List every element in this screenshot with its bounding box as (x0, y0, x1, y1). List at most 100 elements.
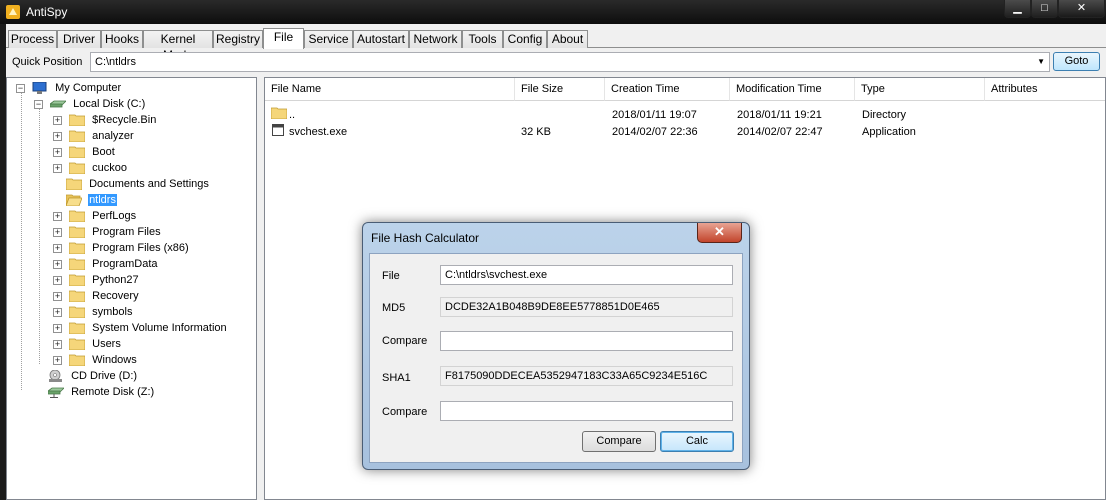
md5-compare-field[interactable] (440, 331, 733, 351)
expand-icon[interactable]: + (53, 243, 62, 253)
tab-network[interactable]: Network (409, 30, 462, 48)
tab-config[interactable]: Config (503, 30, 547, 48)
file-size: 32 KB (521, 126, 551, 138)
column-header-attributes[interactable]: Attributes (985, 78, 1105, 101)
tab-registry[interactable]: Registry (213, 30, 263, 48)
expand-icon[interactable]: + (53, 115, 62, 125)
tree-label: Users (92, 338, 121, 351)
column-header-type[interactable]: Type (855, 78, 985, 101)
tab-file[interactable]: File (263, 28, 304, 49)
tree-label: System Volume Information (92, 322, 227, 335)
expand-icon[interactable]: + (53, 227, 62, 237)
tree-item-folder[interactable]: + Windows (53, 352, 138, 368)
dropdown-arrow-icon[interactable]: ▼ (1037, 53, 1045, 71)
expand-icon[interactable]: + (53, 275, 62, 285)
expand-icon[interactable]: + (53, 147, 62, 157)
tab-process[interactable]: Process (8, 30, 57, 48)
tree-item-folder[interactable]: + Recovery (53, 288, 140, 304)
app-icon (6, 5, 20, 19)
tree-item-folder[interactable]: + Program Files (53, 224, 162, 240)
creation-time: 2018/01/11 19:07 (612, 109, 697, 121)
minimize-button[interactable]: ▁ (1004, 0, 1031, 18)
tree-label: My Computer (55, 82, 122, 95)
tab-hooks[interactable]: Hooks (101, 30, 143, 48)
tree-item-folder[interactable]: + Boot (53, 144, 116, 160)
calc-button[interactable]: Calc (660, 431, 734, 452)
collapse-icon[interactable]: − (34, 99, 43, 109)
tab-autostart[interactable]: Autostart (353, 30, 409, 48)
open-folder-icon (66, 194, 82, 207)
expand-icon[interactable]: + (53, 323, 62, 333)
expand-icon[interactable]: + (53, 211, 62, 221)
tree-item-remote-disk[interactable]: Remote Disk (Z:) (48, 384, 155, 400)
expand-icon[interactable]: + (53, 291, 62, 301)
tree-item-local-disk[interactable]: − Local Disk (C:) (34, 96, 146, 112)
compare-button[interactable]: Compare (582, 431, 656, 452)
collapse-icon[interactable]: − (16, 83, 25, 93)
folder-tree[interactable]: − My Computer − Local Disk (C:) + $Recyc… (6, 77, 257, 500)
tree-item-folder[interactable]: + cuckoo (53, 160, 128, 176)
quick-position-value: C:\ntldrs (95, 56, 136, 68)
tab-service[interactable]: Service (304, 30, 353, 48)
tree-label: ProgramData (92, 258, 158, 271)
folder-icon (69, 114, 86, 127)
tree-label: Remote Disk (Z:) (71, 386, 155, 399)
tree-item-folder[interactable]: + $Recycle.Bin (53, 112, 157, 128)
tree-label: analyzer (92, 130, 134, 143)
tree-connector (21, 90, 22, 390)
md5-field[interactable]: DCDE32A1B048B9DE8EE5778851D0E465 (440, 297, 733, 317)
tab-about[interactable]: About (547, 30, 588, 48)
tree-item-my-computer[interactable]: − My Computer (16, 80, 122, 96)
column-header-file-size[interactable]: File Size (515, 78, 605, 101)
folder-icon (69, 338, 86, 351)
computer-icon (32, 82, 47, 95)
tree-item-folder[interactable]: + ProgramData (53, 256, 159, 272)
column-header-modification-time[interactable]: Modification Time (730, 78, 855, 101)
sha1-field[interactable]: F8175090DDECEA5352947183C33A65C9234E516C (440, 366, 733, 386)
tab-driver[interactable]: Driver (57, 30, 101, 48)
tree-item-folder[interactable]: Documents and Settings (66, 176, 210, 192)
tree-item-folder[interactable]: + symbols (53, 304, 133, 320)
dialog-body: File C:\ntldrs\svchest.exe MD5 DCDE32A1B… (369, 253, 743, 463)
folder-icon (69, 274, 86, 287)
tree-item-folder[interactable]: + analyzer (53, 128, 135, 144)
sha1-label: SHA1 (382, 372, 411, 384)
dialog-close-button[interactable]: ✕ (697, 223, 742, 243)
expand-icon[interactable]: + (53, 339, 62, 349)
goto-button[interactable]: Goto (1053, 52, 1100, 71)
tree-item-folder[interactable]: + Program Files (x86) (53, 240, 190, 256)
tree-item-folder[interactable]: + Users (53, 336, 122, 352)
creation-time: 2014/02/07 22:36 (612, 126, 698, 138)
tree-label: Documents and Settings (89, 178, 209, 191)
tree-label: $Recycle.Bin (92, 114, 157, 127)
expand-icon[interactable]: + (53, 131, 62, 141)
folder-icon (66, 178, 82, 191)
column-header-creation-time[interactable]: Creation Time (605, 78, 730, 101)
tree-label: Local Disk (C:) (73, 98, 146, 111)
window-title: AntiSpy (26, 5, 68, 19)
close-button[interactable]: ✕ (1058, 0, 1105, 18)
tab-tools[interactable]: Tools (462, 30, 503, 48)
expand-icon[interactable]: + (53, 307, 62, 317)
tree-item-folder[interactable]: + PerfLogs (53, 208, 137, 224)
tree-item-folder[interactable]: + System Volume Information (53, 320, 228, 336)
tree-item-cd-drive[interactable]: CD Drive (D:) (48, 368, 138, 384)
file-path-field[interactable]: C:\ntldrs\svchest.exe (440, 265, 733, 285)
expand-icon[interactable]: + (53, 259, 62, 269)
expand-icon[interactable]: + (53, 163, 62, 173)
folder-icon (271, 107, 287, 119)
quick-position-combo[interactable]: C:\ntldrs ▼ (90, 52, 1050, 72)
exe-file-icon (272, 124, 284, 136)
expand-icon[interactable]: + (53, 355, 62, 365)
tree-connector (39, 106, 40, 364)
modification-time: 2018/01/11 19:21 (737, 109, 822, 121)
tab-kernel-mode[interactable]: Kernel Mode (143, 30, 213, 62)
folder-icon (69, 306, 86, 319)
tab-bar: Process Driver Hooks Kernel Mode Registr… (6, 28, 1106, 62)
maximize-button[interactable]: □ (1031, 0, 1058, 18)
column-header-file-name[interactable]: File Name (265, 78, 515, 101)
tree-item-folder[interactable]: + Python27 (53, 272, 140, 288)
tree-item-folder-selected[interactable]: ntldrs (66, 192, 117, 208)
sha1-compare-field[interactable] (440, 401, 733, 421)
folder-icon (69, 210, 86, 223)
